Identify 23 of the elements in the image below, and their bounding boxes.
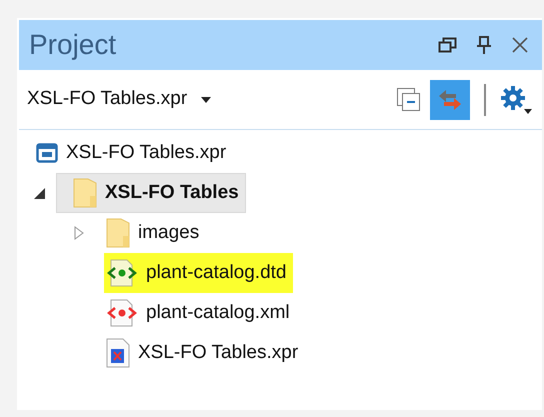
collapsed-icon[interactable] (74, 226, 84, 240)
xpr-file-icon (106, 338, 130, 368)
project-selector[interactable]: XSL-FO Tables.xpr (27, 85, 396, 114)
dtd-file-icon (106, 259, 138, 287)
pin-icon[interactable] (476, 35, 492, 55)
project-icon (36, 143, 58, 163)
restore-icon[interactable] (438, 36, 458, 54)
folder-icon (73, 178, 97, 208)
arrows-icon (437, 88, 463, 110)
tree-item[interactable]: XSL-FO Tables (56, 173, 246, 213)
tree-item[interactable]: XSL-FO Tables.xpr (34, 133, 232, 173)
expanded-icon[interactable] (34, 188, 45, 198)
tree-item[interactable]: plant-catalog.dtd (104, 253, 292, 293)
collapse-all-icon[interactable] (396, 86, 422, 112)
close-icon[interactable] (512, 37, 528, 53)
settings-icon[interactable] (500, 84, 532, 114)
panel-title: Project (29, 28, 118, 62)
xml-file-icon (106, 299, 138, 327)
tree-item[interactable]: XSL-FO Tables.xpr (104, 333, 304, 373)
caret-icon (201, 96, 212, 102)
tree-item[interactable]: plant-catalog.xml (104, 293, 296, 333)
folder-icon (106, 218, 130, 248)
tree-item[interactable]: images (104, 213, 206, 253)
